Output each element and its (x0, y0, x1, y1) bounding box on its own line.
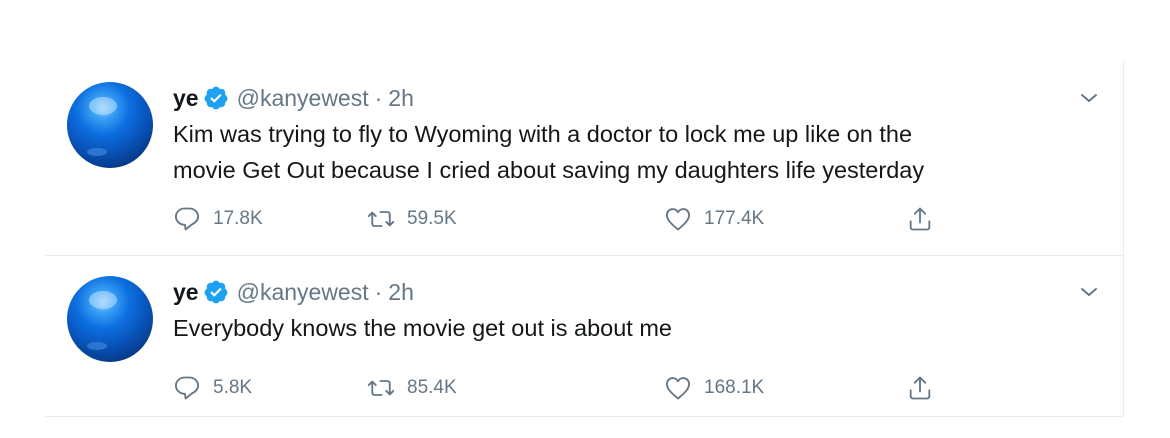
avatar-sphere-icon (87, 97, 117, 156)
reply-count: 5.8K (213, 377, 253, 398)
reply-button[interactable]: 5.8K (173, 371, 252, 405)
reply-bubble-icon (174, 376, 200, 400)
timestamp[interactable]: 2h (388, 279, 414, 306)
user-handle[interactable]: @kanyewest (237, 85, 369, 112)
retweet-button[interactable]: 59.5K (367, 202, 457, 236)
tweet-text-line: movie Get Out because I cried about savi… (173, 157, 925, 183)
share-button[interactable] (906, 371, 946, 405)
tweet-actions: 5.8K 85.4K 168.1K (173, 371, 973, 405)
tweet-text-line: Everybody knows the movie get out is abo… (173, 315, 672, 341)
reply-count: 17.8K (213, 208, 263, 229)
tweet[interactable]: ye @kanyewest · 2h Everybody knows the m… (45, 256, 1123, 417)
retweet-count: 59.5K (407, 208, 457, 229)
avatar[interactable] (67, 276, 153, 362)
heart-icon (665, 377, 691, 400)
chevron-down-icon[interactable] (1077, 86, 1101, 110)
verified-badge-icon (203, 85, 229, 111)
tweet-header: ye @kanyewest · 2h (173, 82, 414, 114)
tweet-feed: ye @kanyewest · 2h Kim was trying to fly… (45, 62, 1124, 417)
heart-icon (665, 208, 691, 231)
avatar-sphere-icon (87, 291, 117, 350)
share-upload-icon (909, 207, 931, 231)
separator-dot: · (374, 84, 383, 111)
timestamp[interactable]: 2h (388, 85, 414, 112)
tweet-actions: 17.8K 59.5K 177.4K (173, 202, 973, 236)
share-button[interactable] (906, 202, 946, 236)
tweet-text: Kim was trying to fly to Wyoming with a … (173, 116, 1073, 188)
retweet-button[interactable]: 85.4K (367, 371, 457, 405)
tweet[interactable]: ye @kanyewest · 2h Kim was trying to fly… (45, 62, 1123, 256)
retweet-count: 85.4K (407, 377, 457, 398)
like-count: 168.1K (704, 377, 765, 398)
user-handle[interactable]: @kanyewest (237, 279, 369, 306)
retweet-icon (367, 380, 395, 396)
separator-dot: · (374, 278, 383, 305)
like-button[interactable]: 168.1K (664, 371, 764, 405)
like-button[interactable]: 177.4K (664, 202, 764, 236)
reply-bubble-icon (174, 207, 200, 231)
tweet-text-line: Kim was trying to fly to Wyoming with a … (173, 121, 913, 147)
verified-badge-icon (203, 279, 229, 305)
retweet-icon (367, 211, 395, 227)
share-upload-icon (909, 376, 931, 400)
chevron-down-icon[interactable] (1077, 280, 1101, 304)
like-count: 177.4K (704, 208, 765, 229)
tweet-text: Everybody knows the movie get out is abo… (173, 310, 1073, 346)
tweet-header: ye @kanyewest · 2h (173, 276, 414, 308)
display-name[interactable]: ye (173, 85, 199, 112)
reply-button[interactable]: 17.8K (173, 202, 263, 236)
avatar[interactable] (67, 82, 153, 168)
display-name[interactable]: ye (173, 279, 199, 306)
